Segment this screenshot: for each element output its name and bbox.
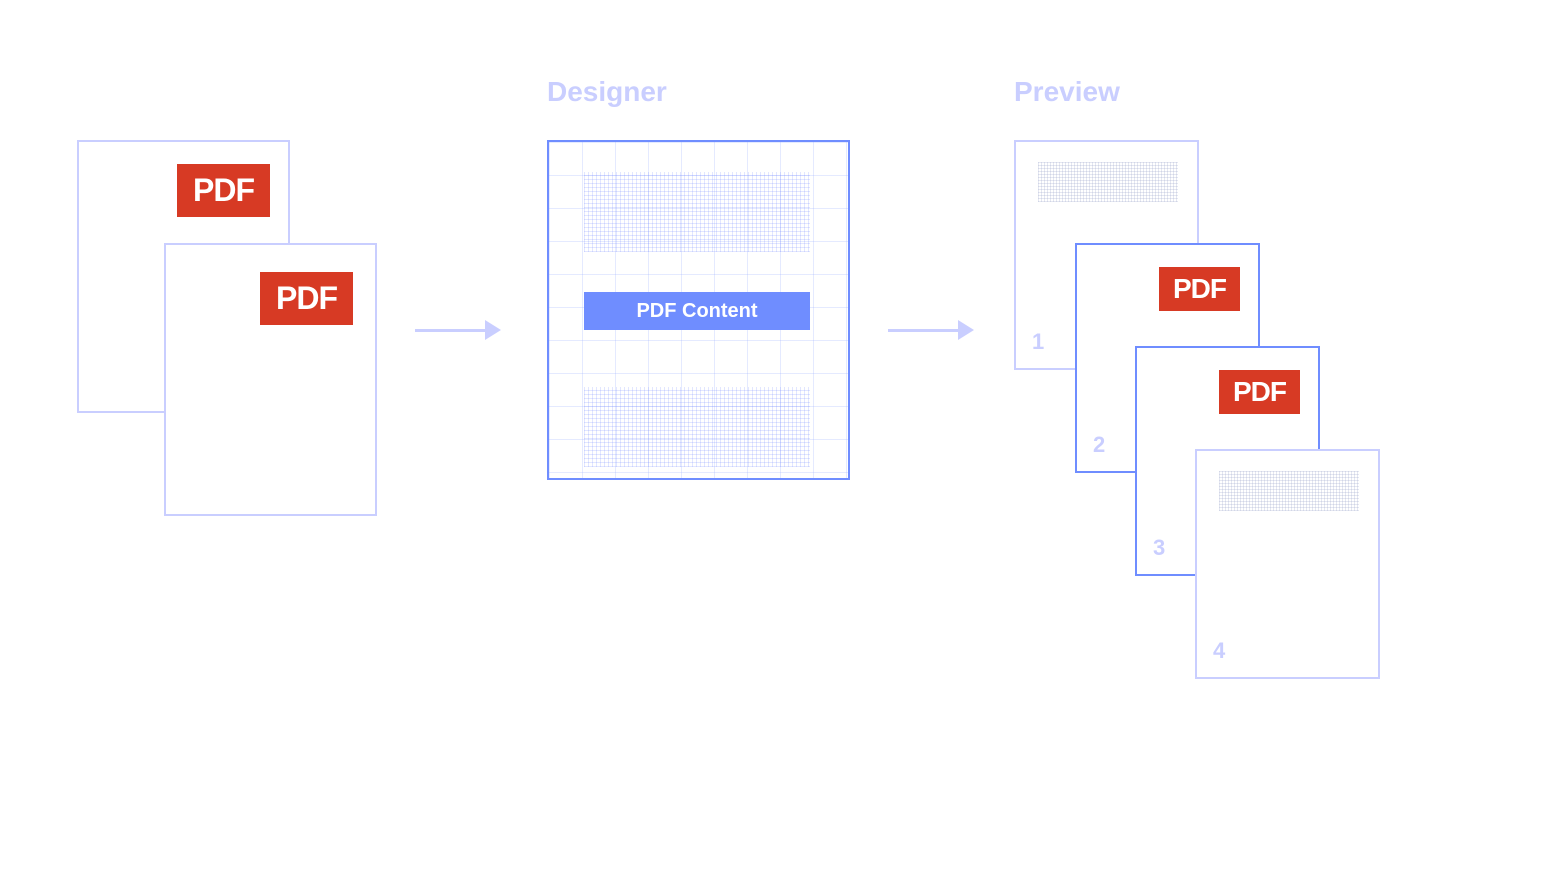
pdf-badge-icon: PDF <box>1159 267 1240 311</box>
page-number: 1 <box>1032 329 1044 355</box>
designer-label: Designer <box>547 76 667 108</box>
pdf-badge-icon: PDF <box>177 164 270 217</box>
page-number: 2 <box>1093 432 1105 458</box>
designer-region-top <box>584 172 810 252</box>
preview-shaded-region <box>1219 471 1359 511</box>
arrow-right-icon <box>415 320 505 340</box>
page-number: 4 <box>1213 638 1225 664</box>
pdf-content-element: PDF Content <box>584 292 810 330</box>
pdf-badge-icon: PDF <box>1219 370 1300 414</box>
preview-shaded-region <box>1038 162 1178 202</box>
preview-page-4: 4 <box>1195 449 1380 679</box>
arrow-right-icon <box>888 320 978 340</box>
pdf-badge-icon: PDF <box>260 272 353 325</box>
page-number: 3 <box>1153 535 1165 561</box>
source-pdf-page-front: PDF <box>164 243 377 516</box>
designer-region-bottom <box>584 387 810 467</box>
designer-panel: PDF Content <box>547 140 850 480</box>
diagram-container: PDF PDF Designer PDF Content Preview 1 P… <box>0 0 1560 872</box>
preview-label: Preview <box>1014 76 1120 108</box>
